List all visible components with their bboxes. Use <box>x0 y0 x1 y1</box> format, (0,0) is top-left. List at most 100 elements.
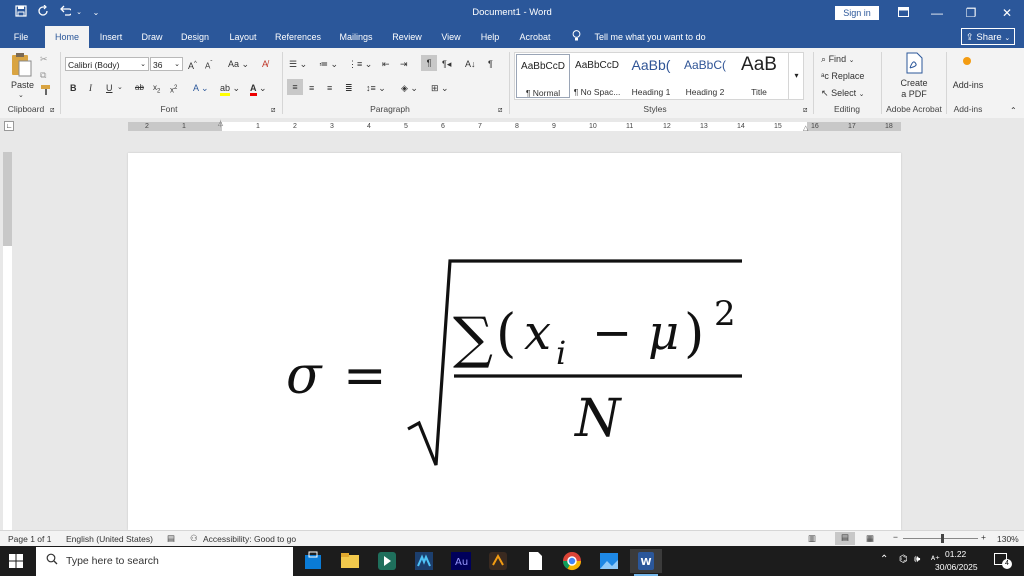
paragraph-launcher-icon[interactable]: ⧄ <box>498 104 502 118</box>
shrink-font-icon[interactable]: Aˇ <box>205 57 212 74</box>
paste-dropdown-icon[interactable]: ⌄ <box>18 89 24 103</box>
line-spacing-icon[interactable]: ↕≡ ⌄ <box>366 81 386 95</box>
customize-toolbar-icon[interactable]: ⌄ <box>88 5 104 21</box>
tab-references[interactable]: References <box>272 26 324 48</box>
print-layout-icon[interactable]: ▤ <box>835 532 855 545</box>
left-to-right-icon[interactable]: ¶ <box>421 55 437 71</box>
style-normal[interactable]: AaBbCcD ¶ Normal <box>516 54 570 98</box>
center-icon[interactable]: ≡ <box>309 81 314 95</box>
zoom-slider-handle[interactable] <box>941 534 944 543</box>
tab-acrobat[interactable]: Acrobat <box>514 26 556 48</box>
page-count[interactable]: Page 1 of 1 <box>8 534 51 544</box>
grow-font-icon[interactable]: A^ <box>188 57 197 73</box>
restore-icon[interactable]: ❐ <box>954 0 988 26</box>
language-status[interactable]: English (United States) <box>66 534 153 544</box>
sign-in-button[interactable]: Sign in <box>835 6 879 20</box>
select-button[interactable]: ↖ Select ⌄ <box>821 86 864 102</box>
tab-file[interactable]: File <box>6 26 36 48</box>
style-heading-2[interactable]: AaBbC( Heading 2 <box>678 54 732 98</box>
subscript-icon[interactable]: x2 <box>153 81 160 99</box>
app-dark-icon[interactable] <box>486 549 510 573</box>
multilevel-list-icon[interactable]: ⋮≡ ⌄ <box>348 57 372 71</box>
tab-view[interactable]: View <box>435 26 467 48</box>
volume-icon[interactable]: 🕪 <box>914 554 920 565</box>
tab-review[interactable]: Review <box>388 26 426 48</box>
clear-formatting-icon[interactable]: A̸ <box>262 57 268 71</box>
tab-insert[interactable]: Insert <box>94 26 128 48</box>
replace-button[interactable]: ᵃc Replace <box>821 69 864 83</box>
tab-layout[interactable]: Layout <box>223 26 263 48</box>
collapse-ribbon-icon[interactable]: ⌃ <box>1010 104 1017 118</box>
paste-icon[interactable] <box>10 52 32 80</box>
ruler-track[interactable]: 2 1 1 2 3 4 5 6 7 8 9 10 11 12 13 14 15 16 17 18 <box>128 122 901 131</box>
file-explorer-icon[interactable] <box>338 549 362 573</box>
zoom-in-icon[interactable]: + <box>981 532 986 542</box>
tab-selector-icon[interactable]: ∟ <box>4 121 14 131</box>
windows-start-icon[interactable] <box>9 554 23 570</box>
web-layout-icon[interactable]: ▦ <box>866 533 874 544</box>
strikethrough-icon[interactable]: ab <box>135 81 144 95</box>
tell-me-search[interactable]: Tell me what you want to do <box>572 26 706 48</box>
add-ins-icon[interactable] <box>962 56 972 66</box>
minimize-icon[interactable]: — <box>920 0 954 26</box>
zoom-level[interactable]: 130% <box>997 534 1019 544</box>
cut-icon[interactable]: ✂ <box>40 52 48 66</box>
font-name-combo[interactable]: Calibri (Body) ⌄ <box>65 57 149 71</box>
show-marks-icon[interactable]: ¶ <box>488 57 493 71</box>
bullets-icon[interactable]: ☰ ⌄ <box>289 57 307 71</box>
highlight-icon[interactable]: ab ⌄ <box>220 81 240 96</box>
vertical-scrollbar[interactable] <box>1012 134 1024 530</box>
sort-icon[interactable]: A↓ <box>465 57 476 71</box>
increase-indent-icon[interactable]: ⇥ <box>400 57 408 71</box>
audition-icon[interactable]: Au <box>449 549 473 573</box>
add-ins-button[interactable]: Add-ins <box>950 78 986 92</box>
right-to-left-icon[interactable]: ¶◂ <box>442 57 451 71</box>
bold-icon[interactable]: B <box>70 81 77 95</box>
find-button[interactable]: ⌕ Find ⌄ <box>821 52 854 68</box>
horizontal-ruler[interactable]: ∟ 2 1 1 2 3 4 5 6 7 8 9 10 11 12 13 14 15 16 17 18 ⏃ △ <box>0 118 1024 134</box>
app-m-icon[interactable] <box>412 549 436 573</box>
borders-icon[interactable]: ⊞ ⌄ <box>431 81 449 95</box>
styles-more-icon[interactable]: ▾ <box>788 53 804 99</box>
numbering-icon[interactable]: ≔ ⌄ <box>319 57 338 71</box>
macro-icon[interactable]: ▤ <box>167 533 175 544</box>
styles-launcher-icon[interactable]: ⧄ <box>803 104 807 118</box>
zoom-out-icon[interactable]: − <box>893 532 898 542</box>
copy-icon[interactable]: ⧉ <box>40 68 46 82</box>
font-launcher-icon[interactable]: ⧄ <box>271 104 275 118</box>
underline-dropdown-icon[interactable]: ⌄ <box>117 81 123 95</box>
shading-icon[interactable]: ◈ ⌄ <box>401 81 418 95</box>
style-title[interactable]: AaB Title <box>732 54 786 98</box>
share-button[interactable]: ⇪ Share ⌄ <box>961 28 1015 45</box>
tab-draw[interactable]: Draw <box>136 26 168 48</box>
clock-date[interactable]: 30/06/2025 <box>935 562 978 572</box>
create-pdf-icon[interactable] <box>904 52 924 78</box>
justify-icon[interactable]: ≣ <box>345 81 353 95</box>
italic-icon[interactable]: I <box>89 81 92 95</box>
tab-mailings[interactable]: Mailings <box>333 26 379 48</box>
document-page[interactable]: σ = ∑ ( x i − μ ) 2 N <box>128 153 901 530</box>
save-icon[interactable] <box>13 5 29 21</box>
create-pdf-button[interactable]: Create a PDF <box>896 78 932 100</box>
accessibility-status[interactable]: Accessibility: Good to go <box>203 534 296 544</box>
format-painter-icon[interactable] <box>40 84 52 100</box>
word-taskbar-icon[interactable]: W <box>630 549 662 573</box>
clock-time[interactable]: 01.22 <box>945 549 966 559</box>
font-color-icon[interactable]: A ⌄ <box>250 81 267 96</box>
tab-help[interactable]: Help <box>474 26 506 48</box>
chrome-icon[interactable] <box>560 549 584 573</box>
undo-dropdown-icon[interactable]: ⌄ <box>71 5 87 21</box>
style-heading-1[interactable]: AaBb( Heading 1 <box>624 54 678 98</box>
superscript-icon[interactable]: x2 <box>170 81 177 98</box>
indent-marker-icon[interactable]: ⏃ <box>217 119 224 129</box>
autosave-icon[interactable] <box>35 4 51 21</box>
right-indent-marker-icon[interactable]: △ <box>803 124 808 132</box>
clipboard-launcher-icon[interactable]: ⧄ <box>50 104 54 118</box>
photos-icon[interactable] <box>597 549 621 573</box>
equation[interactable]: σ = ∑ ( x i − μ ) 2 N <box>128 153 901 530</box>
vertical-ruler[interactable] <box>3 152 12 530</box>
taskbar-search-box[interactable]: Type here to search <box>36 547 293 576</box>
tab-home[interactable]: Home <box>45 26 89 48</box>
store-icon[interactable] <box>301 549 325 573</box>
align-left-icon[interactable]: ≡ <box>287 79 303 95</box>
